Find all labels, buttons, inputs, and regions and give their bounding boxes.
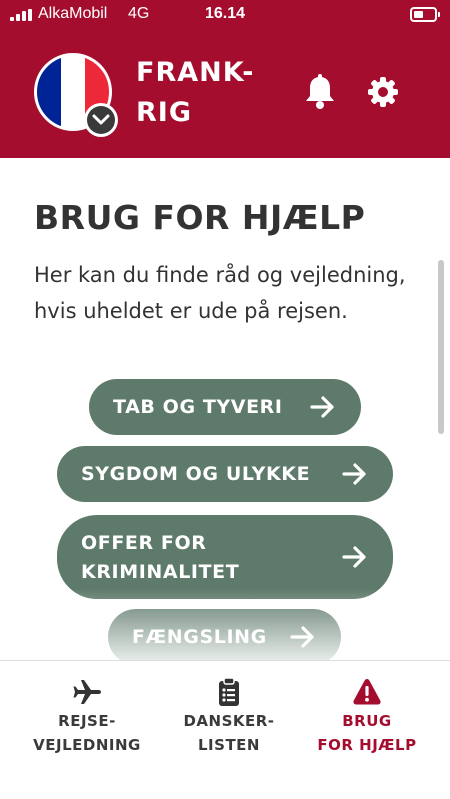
network-type: 4G	[128, 5, 150, 22]
nav-label: DANSKER- LISTEN	[183, 712, 275, 754]
button-label: OFFER FOR KRIMINALITET	[81, 532, 240, 583]
bottom-navigation: REJSE- VEJLEDNING DANSKER- LISTEN BRUG F…	[0, 660, 450, 799]
page-title: BRUG FOR HJÆLP	[34, 198, 366, 237]
imprisonment-button[interactable]: FÆNGSLING	[108, 609, 341, 660]
scrollbar[interactable]	[438, 260, 444, 434]
page-intro: Her kan du finde råd og vejledning, hvis…	[34, 263, 406, 323]
carrier-name: AlkaMobil	[38, 5, 108, 22]
country-title: FRANK- RIG	[136, 57, 255, 128]
main-content: BRUG FOR HJÆLP Her kan du finde råd og v…	[0, 158, 450, 660]
button-label: SYGDOM OG ULYKKE	[81, 463, 311, 485]
theft-loss-button[interactable]: TAB OG TYVERI	[89, 379, 361, 435]
warning-icon	[353, 679, 381, 705]
bell-icon	[306, 74, 334, 109]
clock: 16.14	[205, 5, 246, 22]
nav-item-dane-list[interactable]: DANSKER- LISTEN	[154, 661, 304, 771]
chevron-down-icon	[92, 114, 110, 125]
crime-victim-button[interactable]: OFFER FOR KRIMINALITET	[57, 515, 393, 599]
illness-accident-button[interactable]: SYGDOM OG ULYKKE	[57, 446, 393, 502]
app-screen: AlkaMobil 4G 16.14 FRANK- RIG BRUG FOR H…	[0, 0, 450, 799]
status-bar: AlkaMobil 4G 16.14	[0, 0, 450, 30]
button-label: TAB OG TYVERI	[113, 396, 283, 418]
change-country-button[interactable]	[84, 103, 118, 137]
arrow-right-icon	[342, 546, 366, 568]
button-label: FÆNGSLING	[132, 626, 267, 648]
clipboard-icon	[219, 677, 239, 706]
arrow-right-icon	[290, 626, 314, 648]
signal-icon	[10, 9, 32, 21]
arrow-right-icon	[342, 463, 366, 485]
notifications-button[interactable]	[303, 74, 337, 114]
nav-item-need-help[interactable]: BRUG FOR HJÆLP	[292, 661, 442, 771]
nav-label: BRUG FOR HJÆLP	[317, 712, 417, 754]
nav-label: REJSE- VEJLEDNING	[33, 712, 141, 754]
nav-item-travel-advice[interactable]: REJSE- VEJLEDNING	[12, 661, 162, 771]
arrow-right-icon	[310, 396, 334, 418]
airplane-icon	[73, 680, 101, 704]
country-header: FRANK- RIG	[0, 30, 450, 158]
battery-icon	[410, 7, 440, 22]
gear-icon	[368, 77, 398, 107]
settings-button[interactable]	[367, 76, 399, 112]
